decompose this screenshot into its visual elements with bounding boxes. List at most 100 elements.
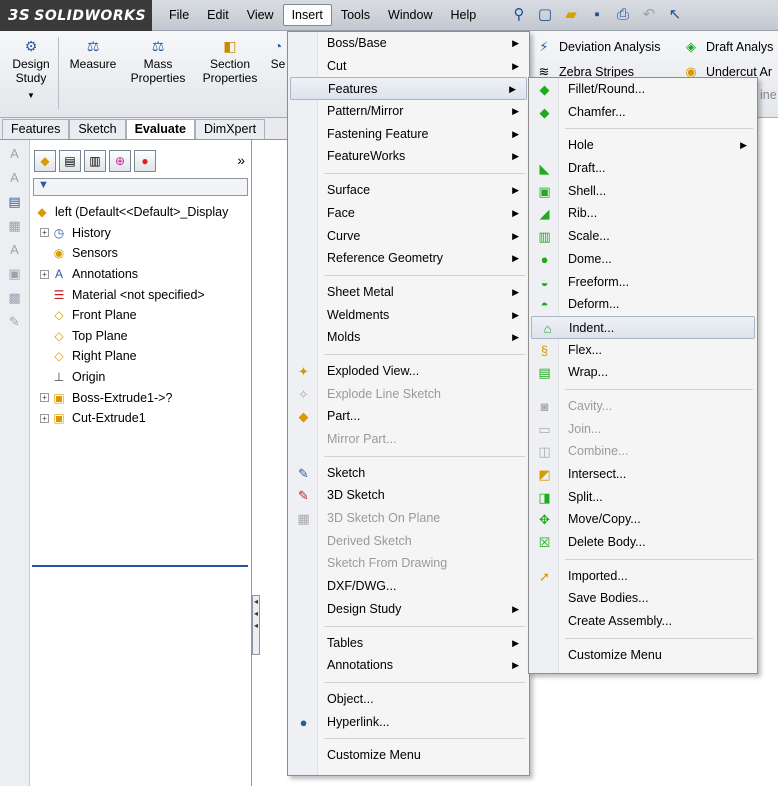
tree-node[interactable]: ◆ left (Default<<Default>_Display (30, 202, 251, 223)
tree-node[interactable]: + ▣ Cut-Extrude1 (30, 408, 251, 429)
display-icon[interactable]: ▤ (6, 194, 24, 212)
menu-tools[interactable]: Tools (332, 4, 379, 26)
menu-item-3d-sketch[interactable]: ✎ 3D Sketch (288, 484, 529, 507)
menu-item-customize-menu[interactable]: Customize Menu (288, 744, 529, 767)
sensor-button[interactable]: ◔ Se (268, 37, 288, 71)
expand-toggle-icon[interactable]: + (40, 413, 49, 423)
tree-node[interactable]: ◇ Front Plane (30, 305, 251, 326)
menu-item-freeform[interactable]: ◒ Freeform... (529, 271, 757, 294)
solidworks-logo[interactable]: 3S SOLIDWORKS (0, 0, 152, 31)
menu-item-featureworks[interactable]: FeatureWorks ▶ (288, 145, 529, 168)
menu-item-sheet-metal[interactable]: Sheet Metal ▶ (288, 281, 529, 304)
menu-item-shell[interactable]: ▣ Shell... (529, 180, 757, 203)
menu-item-object[interactable]: Object... (288, 688, 529, 711)
menu-item-fillet-round[interactable]: ◆ Fillet/Round... (529, 78, 757, 101)
menu-item-reference-geometry[interactable]: Reference Geometry ▶ (288, 247, 529, 270)
menu-item-hyperlink[interactable]: ● Hyperlink... (288, 711, 529, 734)
menu-item-dxf-dwg[interactable]: DXF/DWG... (288, 575, 529, 598)
menu-item-deform[interactable]: ◓ Deform... (529, 293, 757, 316)
menu-item-move-copy[interactable]: ✥ Move/Copy... (529, 508, 757, 531)
rollback-bar[interactable] (32, 565, 248, 567)
menu-item-customize-menu[interactable]: Customize Menu (529, 644, 757, 667)
menu-item-wrap[interactable]: ▤ Wrap... (529, 361, 757, 384)
menu-edit[interactable]: Edit (198, 4, 238, 26)
menu-item-annotations[interactable]: Annotations ▶ (288, 654, 529, 677)
dimxpert-manager-tab-icon[interactable]: ⊕ (109, 150, 131, 172)
menu-item-pattern-mirror[interactable]: Pattern/Mirror ▶ (288, 100, 529, 123)
deviation-analysis-button[interactable]: ⚡ Deviation Analysis (535, 38, 660, 56)
menu-item-indent[interactable]: ⌂ Indent... (531, 315, 755, 339)
tab-features[interactable]: Features (2, 119, 70, 139)
menu-insert[interactable]: Insert (282, 4, 332, 26)
save-icon[interactable]: ▪ (586, 4, 608, 26)
tree-node[interactable]: ⊥ Origin (30, 367, 251, 388)
menu-item-weldments[interactable]: Weldments ▶ (288, 304, 529, 327)
annotation-icon[interactable]: A (6, 170, 24, 188)
expand-toggle-icon[interactable]: + (40, 269, 49, 279)
menu-item-dome[interactable]: ● Dome... (529, 248, 757, 271)
menu-item-flex[interactable]: § Flex... (529, 339, 757, 362)
menu-item-save-bodies[interactable]: Save Bodies... (529, 587, 757, 610)
menu-item-features[interactable]: Features ▶ (290, 77, 527, 101)
menu-item-tables[interactable]: Tables ▶ (288, 632, 529, 655)
lock-icon[interactable]: ▣ (6, 266, 24, 284)
menu-item-cut[interactable]: Cut ▶ (288, 55, 529, 78)
select-pointer-icon[interactable]: ↖ (664, 4, 686, 26)
tab-evaluate[interactable]: Evaluate (125, 119, 195, 139)
new-document-icon[interactable]: ▢ (534, 4, 556, 26)
menu-item-surface[interactable]: Surface ▶ (288, 179, 529, 202)
tree-node[interactable]: ☰ Material <not specified> (30, 284, 251, 305)
menu-item-part[interactable]: ◆ Part... (288, 405, 529, 428)
tree-filter[interactable]: ▼ (33, 178, 248, 196)
property-manager-tab-icon[interactable]: ▤ (59, 150, 81, 172)
print-icon[interactable]: ⎙ (612, 4, 634, 26)
tools-icon[interactable]: ✎ (6, 314, 24, 332)
feature-tree-tab-icon[interactable]: ◆ (34, 150, 56, 172)
tab-sketch[interactable]: Sketch (69, 119, 126, 139)
menu-view[interactable]: View (238, 4, 283, 26)
display-manager-tab-icon[interactable]: ● (134, 150, 156, 172)
menu-item-boss-base[interactable]: Boss/Base ▶ (288, 32, 529, 55)
tab-dimxpert[interactable]: DimXpert (194, 119, 266, 139)
menu-item-split[interactable]: ◨ Split... (529, 486, 757, 509)
more-tabs-icon[interactable]: » (237, 152, 245, 168)
design-study-button[interactable]: ⚙ Design Study ▼ (6, 37, 56, 103)
open-folder-icon[interactable]: ▰ (560, 4, 582, 26)
menu-item-scale[interactable]: ▥ Scale... (529, 225, 757, 248)
mass-properties-button[interactable]: ⚖ Mass Properties (126, 37, 190, 85)
menu-item-chamfer[interactable]: ◆ Chamfer... (529, 101, 757, 124)
table-icon[interactable]: ▦ (6, 218, 24, 236)
menu-item-intersect[interactable]: ◩ Intersect... (529, 463, 757, 486)
tree-node[interactable]: + ▣ Boss-Extrude1->? (30, 387, 251, 408)
menu-file[interactable]: File (160, 4, 198, 26)
menu-item-hole[interactable]: Hole ▶ (529, 134, 757, 157)
menu-help[interactable]: Help (442, 4, 486, 26)
measure-button[interactable]: ⚖ Measure (64, 37, 122, 71)
configuration-manager-tab-icon[interactable]: ▥ (84, 150, 106, 172)
menu-window[interactable]: Window (379, 4, 441, 26)
tree-node[interactable]: + A Annotations (30, 264, 251, 285)
menu-item-fastening-feature[interactable]: Fastening Feature ▶ (288, 123, 529, 146)
expand-toggle-icon[interactable]: + (40, 393, 49, 403)
expand-toggle-icon[interactable]: + (40, 228, 49, 238)
options-icon[interactable]: ⚲ (508, 4, 530, 26)
menu-item-draft[interactable]: ◣ Draft... (529, 157, 757, 180)
tree-node[interactable]: + ◷ History (30, 223, 251, 244)
undo-icon[interactable]: ↶ (638, 4, 660, 26)
grid-icon[interactable]: ▩ (6, 290, 24, 308)
tree-node[interactable]: ◇ Top Plane (30, 326, 251, 347)
menu-item-design-study[interactable]: Design Study ▶ (288, 598, 529, 621)
menu-item-delete-body[interactable]: ☒ Delete Body... (529, 531, 757, 554)
menu-item-rib[interactable]: ◢ Rib... (529, 202, 757, 225)
tree-node[interactable]: ◉ Sensors (30, 243, 251, 264)
draft-analysis-button[interactable]: ◈ Draft Analys (682, 38, 773, 56)
menu-item-curve[interactable]: Curve ▶ (288, 225, 529, 248)
menu-item-exploded-view[interactable]: ✦ Exploded View... (288, 360, 529, 383)
section-properties-button[interactable]: ◧ Section Properties (196, 37, 264, 85)
panel-splitter[interactable]: ◂ ◂ ◂ (252, 595, 260, 655)
menu-item-sketch[interactable]: ✎ Sketch (288, 462, 529, 485)
menu-item-face[interactable]: Face ▶ (288, 202, 529, 225)
note-icon[interactable]: A (6, 242, 24, 260)
menu-item-create-assembly[interactable]: Create Assembly... (529, 610, 757, 633)
menu-item-molds[interactable]: Molds ▶ (288, 326, 529, 349)
